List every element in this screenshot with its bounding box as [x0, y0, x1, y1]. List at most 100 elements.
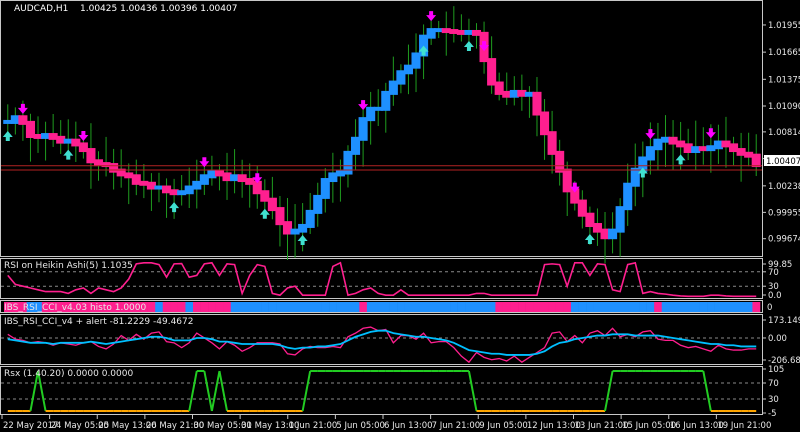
- ibs-histogram-bar: [261, 302, 269, 312]
- ibs-histogram-bar: [495, 302, 504, 312]
- ibs-histogram-bar: [223, 302, 232, 312]
- ibs-panel-label: IBS_RSI_CCI_v4.03 histo 1.0000: [4, 303, 147, 313]
- rsi-panel-label: RSI on Heikin Ashi(5) 1.1035: [4, 261, 133, 271]
- ibs-histogram-bar: [215, 302, 224, 312]
- ibs-histogram-bar: [586, 302, 594, 312]
- ibs-histogram-bar: [291, 302, 300, 312]
- ibs-histogram-bar: [404, 302, 413, 312]
- ibs-histogram-bar: [676, 302, 685, 312]
- ibs-histogram-bar: [359, 302, 368, 312]
- ibs-histogram-bar: [691, 302, 700, 312]
- chart-ohlc-values: 1.00425 1.00436 1.00396 1.00407: [80, 4, 237, 14]
- ibs-histogram-bar: [208, 302, 216, 312]
- chart-symbol-title: AUDCAD,H1: [14, 4, 68, 14]
- time-axis-label: 1 Jun 21:00: [289, 421, 338, 431]
- time-axis-label: 6 Jun 13:00: [384, 421, 433, 431]
- rsi-axis-label: 0.0: [768, 291, 782, 301]
- ibs-histogram-bar: [699, 302, 708, 312]
- ibs-histogram-bar: [548, 302, 557, 312]
- ibs-histogram-bar: [480, 302, 489, 312]
- ibs-histogram-bar: [321, 302, 330, 312]
- price-axis-label: 0.99955: [768, 208, 800, 218]
- ibs-histogram-bar: [601, 302, 610, 312]
- time-axis-label: 19 Jun 21:00: [717, 421, 771, 431]
- ibs-histogram-bar: [540, 302, 549, 312]
- ibs-histogram-bar: [752, 302, 761, 312]
- time-axis-label: 7 Jun 21:00: [432, 421, 481, 431]
- time-axis-label: 15 Jun 05:00: [622, 421, 676, 431]
- ibs-histogram-bar: [707, 302, 715, 312]
- ibs-histogram-bar: [344, 302, 353, 312]
- price-axis-label: 1.01090: [768, 102, 800, 112]
- cci-axis-label: 173.1491: [768, 316, 800, 326]
- price-axis-label: 1.01955: [768, 21, 800, 31]
- ibs-histogram-bar: [230, 302, 239, 312]
- ibs-histogram-bar: [238, 302, 247, 312]
- ibs-histogram-bar: [351, 302, 360, 312]
- ibs-histogram-bar: [722, 302, 731, 312]
- ibs-histogram-bar: [737, 302, 746, 312]
- ibs-histogram-bar: [306, 302, 315, 312]
- ibs-histogram-bar: [563, 302, 572, 312]
- time-axis-label: 16 Jun 13:00: [670, 421, 724, 431]
- ibs-histogram-bar: [193, 302, 201, 312]
- ibs-histogram-bar: [510, 302, 519, 312]
- ibs-histogram-bar: [427, 302, 436, 312]
- ibs-histogram-bar: [412, 302, 421, 312]
- time-axis-label: 9 Jun 05:00: [479, 421, 528, 431]
- ibs-histogram-bar: [389, 302, 398, 312]
- time-axis-label: 12 Jun 13:00: [527, 421, 581, 431]
- ibs-histogram-bar: [623, 302, 632, 312]
- price-axis-label: 1.01665: [768, 48, 800, 58]
- cci-panel-label: IBS_RSI_CCI_v4 + alert -81.2229 -49.4672: [4, 317, 193, 327]
- current-price-label: 1.00407: [766, 157, 800, 167]
- ibs-histogram-bar: [382, 302, 390, 312]
- ibs-histogram-bar: [374, 302, 383, 312]
- ibs-histogram-bar: [185, 302, 194, 312]
- ibs-histogram-bar: [442, 302, 451, 312]
- ibs-histogram-bar: [639, 302, 647, 312]
- ibs-histogram-bar: [533, 302, 542, 312]
- time-axis-label: 5 Jun 05:00: [336, 421, 385, 431]
- ibs-histogram-bar: [155, 302, 164, 312]
- ibs-histogram-bar: [457, 302, 466, 312]
- price-axis-label: 1.00814: [768, 128, 800, 138]
- ibs-histogram-bar: [593, 302, 602, 312]
- heikin-ashi-bar: [623, 182, 633, 211]
- ibs-histogram-bar: [661, 302, 670, 312]
- ibs-histogram-bar: [283, 302, 292, 312]
- ibs-level-label: 0: [767, 303, 772, 313]
- ibs-histogram-bar: [654, 302, 663, 312]
- ibs-histogram-bar: [419, 302, 428, 312]
- rsi-axis-label: 70: [768, 268, 779, 278]
- heikin-ashi-bar: [751, 153, 761, 168]
- rsx-axis-label: 70: [768, 379, 779, 389]
- ibs-histogram-bar: [487, 302, 496, 312]
- ibs-histogram-bar: [268, 302, 277, 312]
- ibs-histogram-bar: [744, 302, 753, 312]
- ibs-histogram-bar: [313, 302, 322, 312]
- ibs-histogram-bar: [714, 302, 723, 312]
- ibs-histogram-bar: [170, 302, 179, 312]
- price-axis-label: 1.01375: [768, 75, 800, 85]
- ibs-histogram-bar: [472, 302, 481, 312]
- ibs-histogram-bar: [298, 302, 307, 312]
- ibs-histogram-bar: [684, 302, 693, 312]
- ibs-histogram-bar: [177, 302, 186, 312]
- ibs-histogram-bar: [669, 302, 678, 312]
- ibs-histogram-bar: [200, 302, 209, 312]
- rsx-panel-label: Rsx (1.40.20) 0.0000 0.0000: [4, 369, 133, 379]
- cci-axis-label: 0.00: [768, 334, 787, 344]
- price-axis-label: 0.99674: [768, 235, 800, 245]
- ibs-histogram-bar: [631, 302, 640, 312]
- ibs-histogram-bar: [502, 302, 511, 312]
- rsx-axis-label: 105: [768, 365, 784, 375]
- mt4-chart-window[interactable]: 1.019551.016651.013751.010901.008141.005…: [0, 0, 800, 432]
- ibs-histogram-bar: [162, 302, 171, 312]
- ibs-histogram-bar: [608, 302, 617, 312]
- ibs-histogram-bar: [465, 302, 474, 312]
- ibs-histogram-bar: [616, 302, 625, 312]
- ibs-histogram-bar: [729, 302, 738, 312]
- ibs-histogram-bar: [434, 302, 443, 312]
- ibs-histogram-bar: [578, 302, 587, 312]
